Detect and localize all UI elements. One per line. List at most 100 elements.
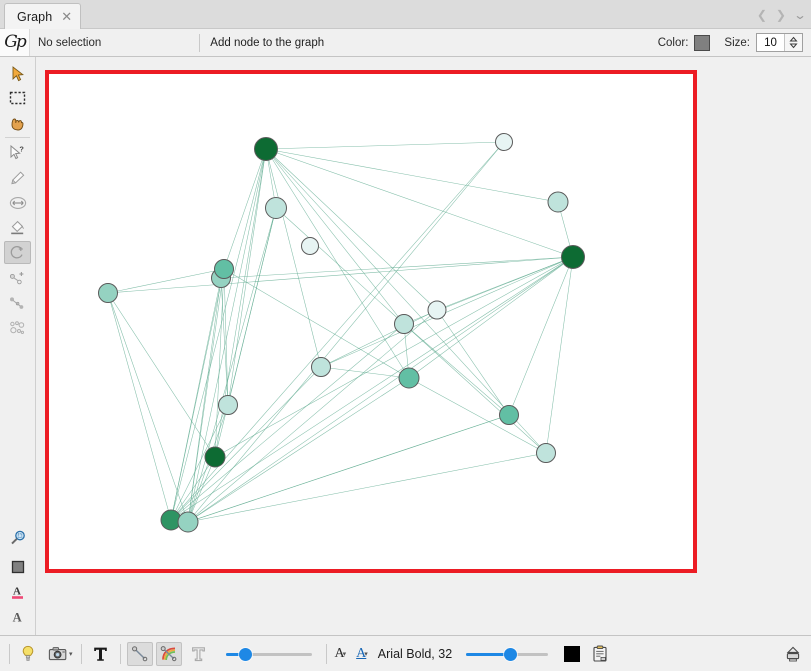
graph-node[interactable] xyxy=(266,198,287,219)
graph-node[interactable] xyxy=(312,358,331,377)
outline-t-icon[interactable] xyxy=(186,642,212,666)
graph-node[interactable] xyxy=(255,138,278,161)
font-decrease-icon[interactable]: A ▾ xyxy=(335,647,349,661)
paint-bucket-tool[interactable] xyxy=(4,216,31,239)
node-color-swatch[interactable] xyxy=(694,35,710,51)
tab-graph[interactable]: Graph ✕ xyxy=(4,3,81,29)
graph-edge xyxy=(546,257,573,453)
graph-edge xyxy=(266,149,321,367)
magnifier-icon xyxy=(9,530,27,547)
camera-dropdown-caret-icon[interactable]: ▾ xyxy=(69,650,73,658)
bottom-toolbar: ▾ xyxy=(0,635,811,671)
graph-edge xyxy=(224,269,228,405)
font-label[interactable]: Arial Bold, 32 xyxy=(378,647,452,661)
slider-knob[interactable] xyxy=(504,648,517,661)
zoom-magnifier-tool[interactable] xyxy=(4,527,31,550)
pan-hand-tool[interactable] xyxy=(4,112,31,135)
label-size-slider[interactable] xyxy=(466,645,548,663)
bold-t-icon[interactable] xyxy=(88,642,114,666)
group-select-tool[interactable] xyxy=(4,316,31,339)
brush-paint-tool[interactable] xyxy=(4,166,31,189)
font-increase-icon[interactable]: A ▾ xyxy=(356,647,370,661)
tab-graph-label: Graph xyxy=(17,10,52,24)
label-color-swatch[interactable] xyxy=(564,646,580,662)
graph-edge xyxy=(108,293,188,522)
inspect-tool[interactable]: ? xyxy=(4,141,31,164)
export-print-icon[interactable] xyxy=(784,645,802,663)
bottom-divider-3 xyxy=(120,644,121,664)
chevron-left-icon[interactable]: ❮ xyxy=(757,9,767,21)
multiple-nodes-icon xyxy=(9,320,26,336)
add-edge-tool[interactable] xyxy=(4,266,31,289)
shortest-path-tool[interactable] xyxy=(4,291,31,314)
label-settings-icon[interactable] xyxy=(587,642,613,666)
label-font-tool[interactable]: A xyxy=(4,606,31,629)
graph-edge xyxy=(221,257,573,278)
graph-viewport-frame[interactable] xyxy=(45,70,697,573)
circle-plus-icon xyxy=(9,245,26,261)
edge-line-icon[interactable] xyxy=(127,642,153,666)
node-size-stepper[interactable]: 10 xyxy=(756,33,803,52)
slider-fill xyxy=(466,653,509,656)
size-adjust-tool[interactable] xyxy=(4,191,31,214)
graph-edge xyxy=(108,269,224,293)
graph-visualization[interactable] xyxy=(49,74,693,569)
graph-edge xyxy=(188,257,573,522)
graph-node[interactable] xyxy=(219,396,238,415)
edge-thickness-slider[interactable] xyxy=(226,645,312,663)
node-size-value[interactable]: 10 xyxy=(757,34,784,51)
app-logo-button[interactable]: Gp xyxy=(0,29,30,56)
edge-nodes-icon xyxy=(9,295,26,311)
graph-node[interactable] xyxy=(500,406,519,425)
graph-node[interactable] xyxy=(548,192,568,212)
select-pointer-tool[interactable] xyxy=(4,62,31,85)
svg-text:A: A xyxy=(12,610,21,624)
font-increase-caret-icon[interactable]: ▾ xyxy=(364,650,368,658)
graph-edge xyxy=(188,415,509,522)
slider-knob[interactable] xyxy=(239,648,252,661)
graph-node[interactable] xyxy=(205,447,225,467)
graph-node[interactable] xyxy=(537,444,556,463)
cursor-question-icon: ? xyxy=(9,145,26,161)
add-node-tool[interactable] xyxy=(4,241,31,264)
graph-edge xyxy=(404,324,509,415)
graph-canvas-area[interactable] xyxy=(36,57,811,635)
graph-node[interactable] xyxy=(428,301,446,319)
chevron-down-icon[interactable]: ⌄ xyxy=(793,9,807,21)
graph-edge xyxy=(188,278,221,522)
graph-edge xyxy=(221,278,228,405)
graph-node[interactable] xyxy=(302,238,319,255)
camera-icon[interactable] xyxy=(45,642,71,666)
brush-icon xyxy=(9,170,26,186)
graph-edge xyxy=(266,149,558,202)
close-icon[interactable]: ✕ xyxy=(61,10,72,23)
graph-edge xyxy=(188,453,546,522)
graph-node[interactable] xyxy=(99,284,118,303)
graph-edge xyxy=(266,149,404,324)
font-decrease-caret-icon[interactable]: ▾ xyxy=(343,650,347,658)
graph-node[interactable] xyxy=(215,260,234,279)
graph-node[interactable] xyxy=(178,512,198,532)
label-color-tool[interactable]: A xyxy=(4,581,31,604)
chevron-right-icon[interactable]: ❯ xyxy=(776,9,786,21)
graph-node[interactable] xyxy=(399,368,419,388)
graph-edge xyxy=(188,142,504,522)
graph-node[interactable] xyxy=(395,315,414,334)
cursor-arrow-icon xyxy=(10,66,26,82)
paint-bucket-icon xyxy=(9,220,26,236)
graph-edge xyxy=(171,367,321,520)
size-label: Size: xyxy=(724,37,750,49)
graph-node[interactable] xyxy=(496,134,513,151)
graph-edge xyxy=(321,367,409,378)
background-color-tool[interactable] xyxy=(4,555,31,578)
letter-a-underline-icon: A xyxy=(10,584,26,601)
graph-node[interactable] xyxy=(562,246,585,269)
graph-nodes[interactable] xyxy=(99,134,585,533)
lightbulb-icon[interactable] xyxy=(15,642,41,666)
graph-edges xyxy=(108,142,573,522)
stepper-arrows-icon[interactable] xyxy=(784,34,802,51)
graph-editor-window: Graph ✕ ❮ ❯ ⌄ Gp No selection Add node t… xyxy=(0,0,811,671)
rectangle-selection-tool[interactable] xyxy=(4,87,31,110)
svg-text:A: A xyxy=(13,586,21,598)
edge-rainbow-icon[interactable] xyxy=(156,642,182,666)
